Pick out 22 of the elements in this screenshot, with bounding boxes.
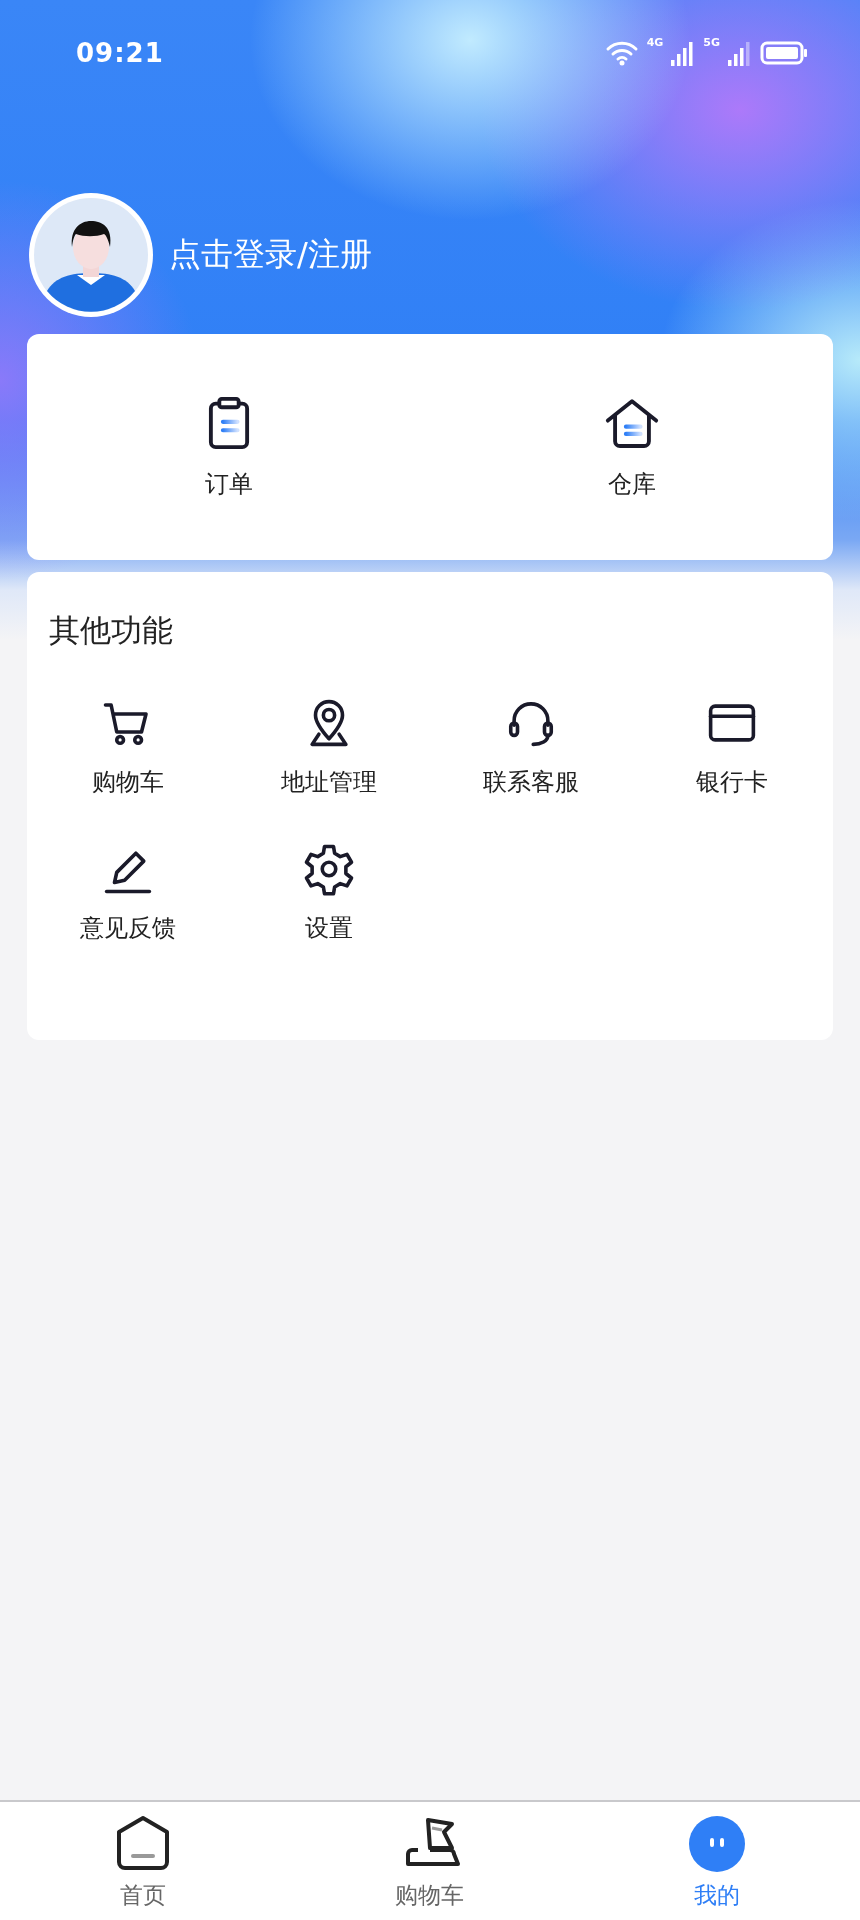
tab[interactable]: 我的	[573, 1802, 860, 1920]
function-label[interactable]: 购物车	[91, 766, 164, 798]
shortcut-label[interactable]: 仓库	[607, 468, 656, 500]
login-link[interactable]: 点击登录/注册	[169, 233, 372, 277]
network-type: 5G	[703, 36, 720, 49]
shortcut-label[interactable]: 订单	[204, 468, 253, 500]
tab[interactable]: 首页	[0, 1802, 287, 1920]
tab[interactable]: 购物车	[286, 1802, 574, 1920]
section-title: 其他功能	[48, 611, 174, 650]
avatar[interactable]	[27, 191, 155, 319]
smiley-face-icon	[686, 1814, 747, 1874]
function-label[interactable]: 意见反馈	[79, 912, 176, 944]
battery-icon	[760, 40, 808, 66]
function-label[interactable]: 地址管理	[281, 766, 378, 798]
function-label[interactable]: 联系客服	[482, 766, 579, 798]
signal-icon	[671, 40, 696, 66]
function-label[interactable]: 设置	[305, 912, 354, 944]
status-time: 09:21	[76, 38, 164, 68]
signal-icon	[728, 40, 752, 66]
network-type: 4G	[646, 36, 664, 49]
function-label[interactable]: 银行卡	[696, 766, 769, 798]
wifi-icon	[604, 40, 639, 66]
